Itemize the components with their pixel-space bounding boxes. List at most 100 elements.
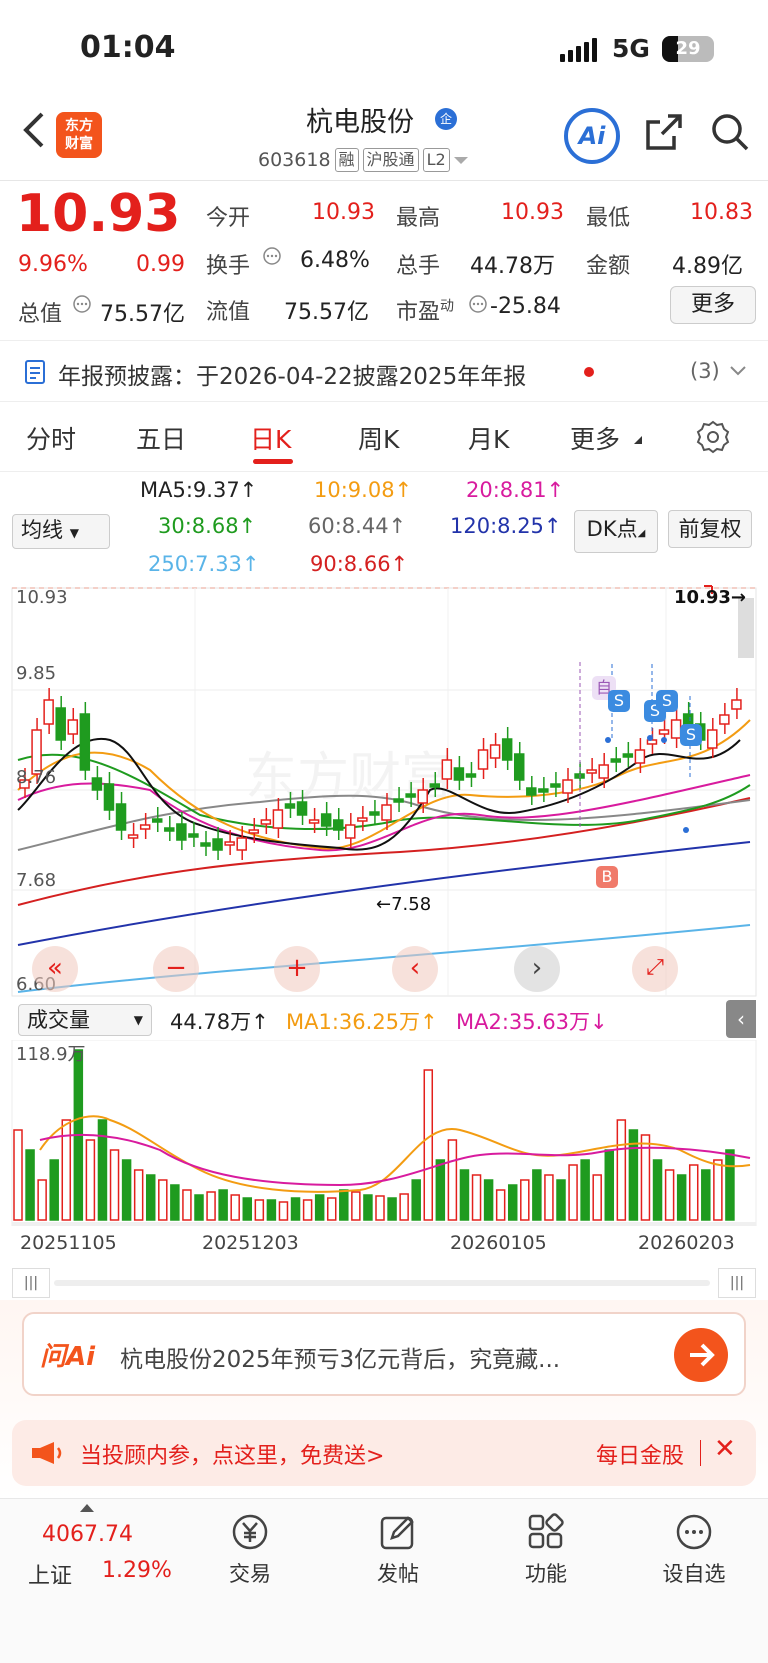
volume-bar	[507, 1184, 518, 1221]
volume-bar	[447, 1139, 458, 1221]
nav-functions[interactable]: 功能	[496, 1512, 596, 1588]
step-right-button[interactable]: ›	[514, 946, 560, 992]
back-icon[interactable]	[20, 110, 48, 150]
volume-bar	[375, 1195, 385, 1221]
ask-ai-box[interactable]: 问Ai 杭电股份2025年预亏3亿元背后，究竟藏...	[22, 1312, 746, 1396]
tab-five-day[interactable]: 五日	[136, 420, 186, 456]
nav-post[interactable]: 发帖	[348, 1512, 448, 1588]
sell-marker-icon[interactable]: S	[656, 690, 678, 712]
buy-marker-icon[interactable]: B	[596, 866, 618, 888]
nav-trade[interactable]: 交易	[200, 1512, 300, 1588]
amount-label: 金额	[586, 254, 631, 279]
candle-body	[79, 713, 91, 771]
change-amount: 0.99	[136, 252, 185, 277]
zoom-in-button[interactable]: +	[274, 946, 320, 992]
candle-body	[598, 764, 609, 779]
low-price-label: ←7.58	[376, 894, 432, 915]
ai-button[interactable]: Ai	[564, 108, 620, 164]
fullscreen-button[interactable]: ⤢	[632, 946, 678, 992]
stock-code-row[interactable]: 603618 融 沪股通 L2	[258, 148, 468, 172]
info-icon[interactable]	[468, 294, 488, 314]
range-scrollbar[interactable]: ||| |||	[12, 1268, 756, 1298]
candle-body	[634, 749, 646, 764]
candle-body	[67, 719, 79, 735]
announcement-count: (3)	[690, 359, 720, 383]
adjust-button[interactable]: 前复权	[668, 510, 752, 548]
volume-ma1: MA1:36.25万↑	[286, 1010, 438, 1034]
amount-value: 4.89亿	[672, 254, 743, 279]
volume-bar	[254, 1199, 265, 1221]
period-tabs: 分时 五日 日K 周K 月K 更多	[0, 402, 768, 472]
volume-bar	[145, 1174, 156, 1221]
candle-body	[513, 753, 525, 781]
network-type: 5G	[612, 34, 650, 63]
ask-submit-button[interactable]	[674, 1328, 728, 1382]
edit-icon	[380, 1516, 414, 1550]
volume-bar	[182, 1189, 192, 1221]
candle-body	[176, 823, 187, 841]
promo-notice[interactable]: 当投顾内参，点这里，免费送> 每日金股 ✕	[12, 1420, 756, 1486]
tag-connect: 沪股通	[362, 148, 419, 172]
nav-add-watchlist[interactable]: 设自选	[644, 1512, 744, 1588]
volume-bar	[133, 1169, 144, 1221]
high-value: 10.93	[501, 200, 564, 225]
volume-bar	[616, 1119, 627, 1221]
candlestick-chart[interactable]: 东方财富	[0, 580, 768, 1000]
ma20-label: 20:8.81↑	[466, 478, 565, 502]
chevron-down-icon	[730, 366, 746, 376]
volume-bar	[544, 1174, 554, 1221]
candle-body	[622, 753, 634, 758]
volume-bar	[242, 1197, 253, 1221]
scroll-left-handle[interactable]: |||	[12, 1268, 50, 1298]
volume-bar	[49, 1159, 59, 1221]
volume-bar	[664, 1169, 675, 1221]
candle-body	[731, 699, 742, 710]
announcement-banner[interactable]: 年报预披露：于2026-04-22披露2025年年报 (3)	[0, 340, 768, 402]
scroll-right-handle[interactable]: |||	[718, 1268, 756, 1298]
volume-bar	[170, 1184, 180, 1221]
sell-marker-icon[interactable]: S	[608, 690, 630, 712]
indicator-select[interactable]: 均线 ▼	[12, 514, 110, 549]
megaphone-icon	[32, 1442, 62, 1464]
tab-monthly-k[interactable]: 月K	[468, 420, 509, 456]
volume-value: 44.78万	[470, 254, 555, 279]
more-dots-icon	[676, 1514, 712, 1550]
step-left-button[interactable]: ‹	[392, 946, 438, 992]
stock-name[interactable]: 杭电股份	[306, 100, 414, 139]
candle-body	[538, 788, 549, 793]
info-icon[interactable]	[72, 294, 92, 314]
info-icon[interactable]	[262, 246, 282, 266]
tab-more[interactable]: 更多	[570, 420, 620, 456]
candle-body	[320, 813, 332, 827]
candle-body	[429, 783, 441, 788]
fast-backward-button[interactable]: «	[32, 946, 78, 992]
volume-bar	[411, 1179, 421, 1221]
candle-body	[357, 817, 368, 822]
volume-bar	[158, 1179, 168, 1221]
volume-bar	[85, 1139, 96, 1221]
zoom-out-button[interactable]: −	[153, 946, 199, 992]
gear-icon[interactable]	[696, 420, 730, 454]
triangle-up-icon	[80, 1504, 94, 1512]
volume-value: 44.78万↑	[170, 1010, 269, 1034]
total-value-label: 总值	[18, 302, 63, 327]
close-icon[interactable]: ✕	[714, 1434, 736, 1464]
search-icon[interactable]	[710, 112, 750, 152]
more-button[interactable]: 更多	[670, 286, 756, 324]
dk-point-button[interactable]: DK点◢	[574, 510, 658, 553]
volume-bar	[266, 1199, 277, 1221]
tab-daily-k[interactable]: 日K	[250, 420, 291, 456]
candle-body	[43, 699, 54, 725]
volume-bar	[580, 1159, 590, 1221]
volume-bar	[302, 1199, 313, 1221]
open-label: 今开	[206, 206, 251, 231]
tab-intraday[interactable]: 分时	[26, 420, 76, 456]
tab-weekly-k[interactable]: 周K	[358, 420, 399, 456]
candle-body	[453, 767, 465, 781]
collapse-panel-icon[interactable]: ‹	[726, 1000, 756, 1038]
share-icon[interactable]	[644, 112, 684, 152]
sell-marker-icon[interactable]: S	[680, 724, 702, 746]
volume-chart[interactable]	[0, 1040, 768, 1226]
index-value[interactable]: 4067.74	[42, 1522, 133, 1547]
volume-indicator-select[interactable]: 成交量 ▼	[18, 1004, 152, 1036]
